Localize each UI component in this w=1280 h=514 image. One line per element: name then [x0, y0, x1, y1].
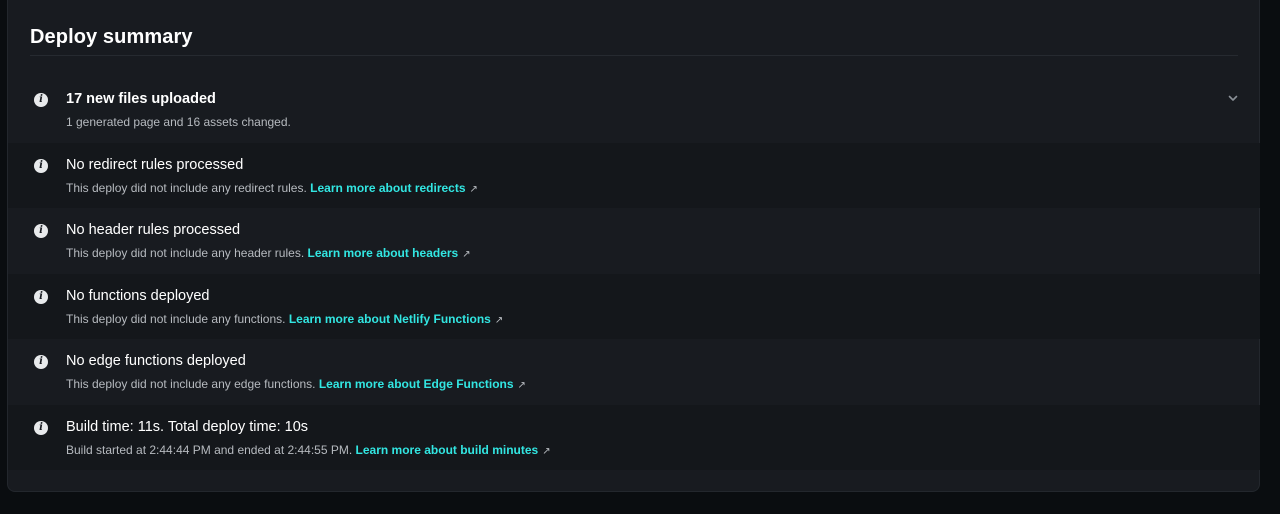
learn-more-functions-link[interactable]: Learn more about Netlify Functions ↗: [289, 312, 503, 326]
external-link-icon: ↗: [517, 380, 526, 391]
link-label: Learn more about Edge Functions: [318, 377, 514, 391]
external-link-icon: ↗: [542, 445, 551, 457]
item-description: This deploy did not include any redirect…: [66, 181, 478, 195]
info-icon: i: [34, 158, 48, 173]
learn-more-redirects-link[interactable]: Learn more about redirects ↗: [310, 181, 478, 195]
item-description: Build started at 2:44:44 PM and ended at…: [66, 443, 551, 457]
item-description-text: This deploy did not include any function…: [66, 311, 286, 326]
card-header: Deploy summary: [30, 0, 1238, 56]
item-description-text: This deploy did not include any header r…: [66, 246, 305, 260]
item-description: This deploy did not include any function…: [66, 312, 503, 326]
info-icon: i: [34, 355, 48, 369]
chevron-down-icon[interactable]: [1226, 91, 1240, 105]
item-title: No edge functions deployed: [66, 353, 246, 369]
summary-item-files-uploaded[interactable]: i 17 new files uploaded 1 generated page…: [8, 77, 1260, 143]
link-label: Learn more about build minutes: [355, 442, 539, 457]
item-title: No functions deployed: [66, 287, 210, 304]
item-title: No redirect rules processed: [66, 156, 244, 173]
summary-item-edge-functions: i No edge functions deployed This deploy…: [8, 339, 1260, 405]
learn-more-build-minutes-link[interactable]: Learn more about build minutes ↗: [356, 443, 551, 457]
summary-item-headers: i No header rules processed This deploy …: [8, 208, 1260, 274]
item-description-text: Build started at 2:44:44 PM and ended at…: [66, 442, 353, 457]
info-icon: i: [34, 93, 48, 107]
item-description-text: This deploy did not include any edge fun…: [66, 377, 316, 391]
info-icon: i: [34, 289, 48, 304]
summary-item-functions: i No functions deployed This deploy did …: [8, 273, 1260, 339]
info-icon: i: [34, 224, 48, 238]
external-link-icon: ↗: [462, 249, 471, 260]
deploy-summary-card: Deploy summary i 17 new files uploaded 1…: [7, 0, 1260, 492]
link-label: Learn more about headers: [307, 246, 459, 260]
item-description-text: This deploy did not include any redirect…: [66, 180, 307, 195]
item-description: 1 generated page and 16 assets changed.: [66, 115, 291, 129]
link-label: Learn more about Netlify Functions: [288, 311, 491, 326]
link-label: Learn more about redirects: [310, 180, 466, 195]
learn-more-headers-link[interactable]: Learn more about headers ↗: [308, 246, 471, 260]
info-icon: i: [34, 420, 48, 435]
item-description: This deploy did not include any header r…: [66, 246, 471, 260]
item-title: Build time: 11s. Total deploy time: 10s: [66, 418, 309, 435]
item-title: No header rules processed: [66, 222, 241, 238]
external-link-icon: ↗: [469, 183, 478, 195]
summary-item-redirects: i No redirect rules processed This deplo…: [8, 142, 1260, 208]
summary-item-build-time: i Build time: 11s. Total deploy time: 10…: [8, 404, 1260, 470]
learn-more-edge-functions-link[interactable]: Learn more about Edge Functions ↗: [319, 377, 526, 391]
summary-list: i 17 new files uploaded 1 generated page…: [8, 77, 1260, 470]
item-title: 17 new files uploaded: [66, 91, 216, 107]
item-description: This deploy did not include any edge fun…: [66, 377, 526, 391]
card-title: Deploy summary: [30, 26, 193, 48]
external-link-icon: ↗: [494, 314, 504, 326]
